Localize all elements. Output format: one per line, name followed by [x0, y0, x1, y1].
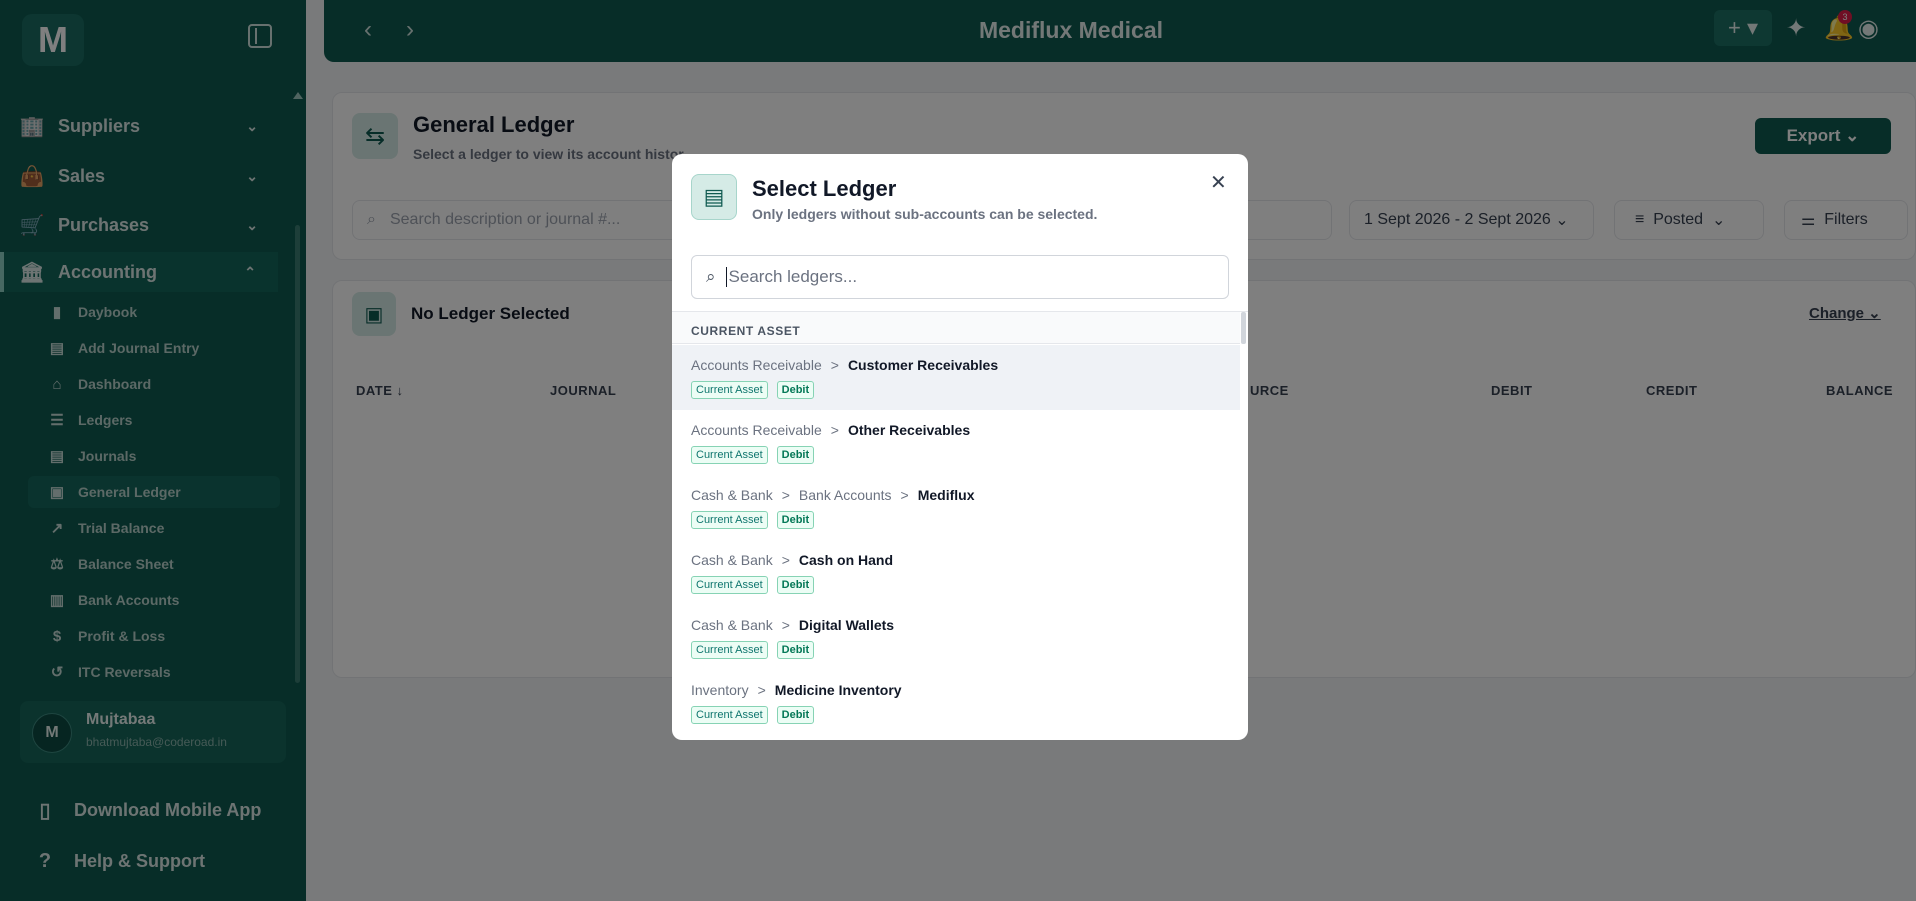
path-separator: > — [781, 552, 790, 568]
ledger-option[interactable]: Accounts Receivable > Customer Receivables… — [672, 345, 1240, 410]
path-separator: > — [781, 617, 790, 633]
nature-tag: Debit — [776, 446, 815, 464]
ledger-name: Cash on Hand — [798, 552, 894, 568]
ledger-path: Cash & Bank > Digital Wallets — [691, 615, 1240, 635]
search-icon: ⌕ — [706, 267, 716, 286]
ledger-search-field[interactable]: ⌕ — [691, 255, 1229, 299]
type-tag: Current Asset — [691, 576, 768, 594]
nature-tag: Debit — [776, 511, 815, 529]
ledger-path: Cash & Bank > Bank Accounts > Mediflux — [691, 485, 1240, 505]
close-icon[interactable]: ✕ — [1210, 170, 1227, 195]
path-separator: > — [781, 487, 790, 503]
path-segment: Accounts Receivable — [691, 422, 822, 438]
path-separator: > — [830, 422, 839, 438]
path-segment: Cash & Bank — [691, 617, 773, 633]
path-separator: > — [757, 682, 766, 698]
nature-tag: Debit — [776, 576, 815, 594]
modal-subtitle: Only ledgers without sub-accounts can be… — [752, 206, 1098, 222]
ledger-option[interactable]: Inventory > Medicine Inventory Current Ass… — [672, 670, 1240, 735]
ledger-name: Medicine Inventory — [774, 682, 902, 698]
path-separator: > — [830, 357, 839, 373]
ledger-path: Accounts Receivable > Other Receivables — [691, 420, 1240, 440]
ledger-name: Digital Wallets — [798, 617, 895, 633]
type-tag: Current Asset — [691, 641, 768, 659]
ledger-path: Cash & Bank > Cash on Hand — [691, 550, 1240, 570]
ledger-name: Other Receivables — [847, 422, 971, 438]
path-segment: Cash & Bank — [691, 552, 773, 568]
type-tag: Current Asset — [691, 511, 768, 529]
ledger-path: Accounts Receivable > Customer Receivables — [691, 355, 1240, 375]
ledger-search-input[interactable] — [725, 267, 1206, 287]
ledger-option[interactable]: Cash & Bank > Bank Accounts > Mediflux Curre… — [672, 475, 1240, 540]
nature-tag: Debit — [776, 706, 815, 724]
nature-tag: Debit — [776, 381, 815, 399]
type-tag: Current Asset — [691, 446, 768, 464]
ledger-option[interactable]: Cash & Bank > Cash on Hand Current Asset De… — [672, 540, 1240, 605]
path-segment: Cash & Bank — [691, 487, 773, 503]
ledger-path: Inventory > Medicine Inventory — [691, 680, 1240, 700]
path-segment: Bank Accounts — [798, 487, 892, 503]
group-header-current-asset: CURRENT ASSET — [672, 312, 1240, 344]
select-ledger-modal: ▤ Select Ledger Only ledgers without sub… — [672, 154, 1248, 740]
path-separator: > — [900, 487, 909, 503]
type-tag: Current Asset — [691, 706, 768, 724]
ledger-name: Customer Receivables — [847, 357, 999, 373]
ledger-name: Mediflux — [917, 487, 975, 503]
path-segment: Accounts Receivable — [691, 357, 822, 373]
path-segment: Inventory — [691, 682, 749, 698]
ledger-book-icon: ▤ — [691, 174, 737, 220]
nature-tag: Debit — [776, 641, 815, 659]
ledger-option[interactable]: Accounts Receivable > Other Receivables Cu… — [672, 410, 1240, 475]
type-tag: Current Asset — [691, 381, 768, 399]
ledger-option[interactable]: Cash & Bank > Digital Wallets Current Asse… — [672, 605, 1240, 670]
modal-scrollbar[interactable] — [1241, 312, 1246, 344]
modal-title: Select Ledger — [752, 176, 897, 201]
